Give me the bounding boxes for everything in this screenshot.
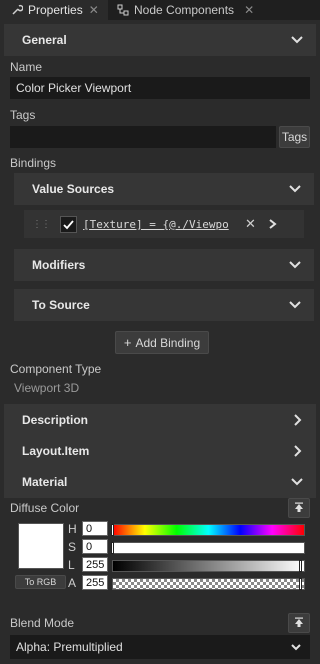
section-description[interactable]: Description: [4, 404, 316, 436]
section-layout-item[interactable]: Layout.Item: [4, 435, 316, 467]
chevron-down-icon: [289, 301, 301, 309]
tags-button[interactable]: Tags: [279, 126, 310, 148]
chevron-right-icon[interactable]: [266, 218, 278, 230]
tags-label: Tags: [10, 108, 36, 122]
tab-bar: Properties ✕ Node Components ✕: [0, 0, 320, 20]
to-rgb-button[interactable]: To RGB: [15, 575, 66, 589]
add-binding-label: Add Binding: [135, 335, 201, 350]
hue-slider-handle[interactable]: [111, 524, 114, 536]
s-label: S: [68, 540, 77, 554]
wrench-icon: [10, 3, 24, 17]
h-label: H: [68, 522, 77, 536]
section-title: General: [22, 33, 67, 47]
chevron-down-icon: [291, 36, 303, 44]
chevron-down-icon: [289, 261, 301, 269]
component-type-value: Viewport 3D: [14, 381, 80, 395]
l-field[interactable]: 255: [82, 557, 108, 572]
components-icon: [116, 3, 130, 17]
h-field[interactable]: 0: [82, 521, 108, 536]
l-label: L: [68, 558, 75, 572]
section-to-source[interactable]: To Source: [14, 289, 314, 321]
remove-binding-icon[interactable]: ✕: [245, 216, 256, 232]
alpha-slider-handle[interactable]: [299, 578, 302, 590]
saturation-slider[interactable]: [112, 542, 305, 554]
saturation-slider-handle[interactable]: [111, 542, 114, 554]
add-binding-button[interactable]: + Add Binding: [115, 331, 209, 354]
plus-icon: +: [123, 335, 132, 350]
tab-properties[interactable]: Properties ✕: [0, 0, 108, 20]
section-title: Layout.Item: [22, 444, 90, 458]
tab-label: Node Components: [134, 3, 235, 17]
binding-checkbox[interactable]: [60, 215, 77, 233]
reset-blend-button[interactable]: [288, 613, 310, 633]
chevron-down-icon: [291, 478, 303, 486]
binding-row: ⋮⋮ [Texture] = {@./Viewpo ✕: [24, 210, 304, 238]
section-title: Modifiers: [32, 258, 86, 272]
close-icon[interactable]: ✕: [89, 3, 99, 17]
diffuse-color-label: Diffuse Color: [10, 501, 80, 515]
blend-mode-value: Alpha: Premultiplied: [16, 640, 123, 654]
binding-expression[interactable]: [Texture] = {@./Viewpo: [83, 215, 235, 233]
alpha-slider[interactable]: [112, 578, 305, 590]
drag-handle-icon[interactable]: ⋮⋮: [32, 219, 51, 230]
tab-node-components[interactable]: Node Components ✕: [110, 0, 260, 20]
a-field[interactable]: 255: [82, 575, 108, 590]
blend-mode-dropdown[interactable]: Alpha: Premultiplied: [10, 635, 310, 659]
tags-field[interactable]: [10, 126, 276, 148]
section-general[interactable]: General: [4, 24, 316, 56]
upload-icon: [295, 502, 303, 512]
chevron-right-icon: [294, 414, 302, 426]
luminance-slider-handle[interactable]: [299, 560, 302, 572]
chevron-down-icon: [291, 644, 301, 651]
section-modifiers[interactable]: Modifiers: [14, 249, 314, 281]
component-type-label: Component Type: [10, 362, 102, 376]
name-label: Name: [10, 60, 43, 74]
luminance-slider[interactable]: [112, 560, 305, 572]
section-title: Description: [22, 413, 89, 427]
blend-mode-label: Blend Mode: [10, 616, 75, 630]
section-value-sources[interactable]: Value Sources: [14, 173, 314, 205]
close-icon[interactable]: ✕: [244, 3, 254, 17]
checkmark-icon: [63, 219, 74, 229]
chevron-down-icon: [289, 185, 301, 193]
chevron-right-icon: [294, 445, 302, 457]
a-label: A: [68, 576, 77, 590]
name-field[interactable]: Color Picker Viewport: [10, 77, 310, 99]
reset-diffuse-button[interactable]: [288, 498, 310, 518]
bindings-label: Bindings: [10, 156, 57, 170]
section-title: Value Sources: [32, 182, 115, 196]
section-material[interactable]: Material: [4, 466, 316, 498]
tab-label: Properties: [28, 3, 83, 17]
s-field[interactable]: 0: [82, 539, 108, 554]
section-title: Material: [22, 475, 68, 489]
section-title: To Source: [32, 298, 90, 312]
color-swatch[interactable]: [18, 523, 64, 569]
upload-icon: [295, 617, 303, 627]
hue-slider[interactable]: [112, 524, 305, 536]
